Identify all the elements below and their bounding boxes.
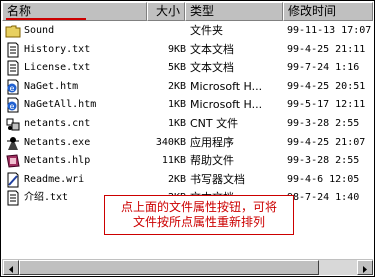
column-header-size[interactable]: 大小 — [147, 2, 185, 21]
file-row[interactable]: Readme.wri 2KB 书写器文档 99-4-6 12:05 — [2, 172, 362, 188]
text-file-icon — [5, 190, 21, 206]
file-size: 2KB — [167, 80, 186, 92]
file-name: Readme.wri — [24, 173, 85, 185]
file-modified-time: 99-7-24 1:16 — [287, 62, 360, 74]
file-modified-time: 99-4-25 21:07 — [287, 136, 366, 148]
file-type: Microsoft H... — [190, 98, 263, 112]
cnt-file-icon — [5, 116, 21, 132]
file-modified-time: 99-3-28 2:55 — [287, 155, 360, 167]
file-modified-time: 99-3-28 2:55 — [287, 118, 360, 129]
file-size: 9KB — [167, 43, 186, 55]
column-header-time-label: 修改时间 — [288, 4, 337, 18]
wri-file-icon — [5, 172, 21, 188]
callout-note: 点上面的文件属性按钮，可将 文件按所点属性重新排列 — [104, 195, 294, 235]
svg-text:e: e — [10, 84, 15, 93]
scroll-left-button[interactable] — [3, 260, 19, 275]
column-header-type[interactable]: 类型 — [185, 2, 283, 21]
file-row[interactable]: e NaGetAll.htm 1KB Microsoft H... 99-5-17 12… — [2, 97, 365, 113]
file-name: NaGetAll.htm — [24, 99, 97, 111]
file-name: License.txt — [24, 62, 91, 74]
callout-line-2: 文件按所点属性重新排列 — [132, 215, 265, 229]
column-header-bar: 名称 大小 类型 修改时间 — [2, 2, 373, 21]
file-row[interactable]: e NaGet.htm 2KB Microsoft H... 99-4-25 20:51 — [2, 79, 365, 95]
file-list-window: 名称 大小 类型 修改时间 Sound 文件夹 99-11-13 17:07 Hist… — [0, 0, 375, 277]
file-row[interactable]: Netants.exe 340KB 应用程序 99-4-25 21:07 — [2, 135, 365, 151]
folder-icon — [5, 23, 21, 39]
callout-line-1: 点上面的文件属性按钮，可将 — [120, 200, 277, 214]
file-type: 帮助文件 — [190, 154, 234, 168]
column-header-time[interactable]: 修改时间 — [283, 2, 373, 21]
file-row[interactable]: Netants.hlp 11KB 帮助文件 99-3-28 2:55 — [2, 153, 362, 169]
file-row[interactable]: Sound 文件夹 99-11-13 17:07 — [2, 23, 371, 39]
text-file-icon — [5, 42, 21, 58]
file-size: 5KB — [167, 62, 186, 74]
scroll-thumb[interactable] — [19, 260, 319, 275]
file-name: History.txt — [24, 43, 91, 55]
file-size: 340KB — [155, 136, 186, 148]
file-size: 11KB — [161, 155, 186, 167]
file-modified-time: 99-4-25 20:51 — [287, 80, 366, 92]
file-row[interactable]: History.txt 9KB 文本文档 99-4-25 21:11 — [2, 42, 365, 58]
file-type: CNT 文件 — [190, 117, 239, 130]
file-row[interactable]: License.txt 5KB 文本文档 99-7-24 1:16 — [2, 60, 362, 76]
file-row[interactable]: netants.cnt 1KB CNT 文件 99-3-28 2:55 — [2, 116, 362, 132]
file-name: netants.cnt — [24, 118, 91, 129]
horizontal-scrollbar[interactable] — [2, 258, 373, 275]
file-name: NaGet.htm — [24, 80, 79, 92]
file-type: 文本文档 — [190, 42, 234, 56]
text-file-icon — [5, 60, 21, 76]
file-type: 文本文档 — [190, 61, 234, 75]
column-header-underline — [6, 18, 86, 20]
arrow-left-icon — [9, 266, 13, 273]
column-header-name-label: 名称 — [7, 4, 32, 18]
scroll-right-button[interactable] — [357, 260, 373, 275]
file-modified-time: 99-5-17 12:11 — [287, 99, 366, 111]
file-modified-time: 99-4-6 12:05 — [287, 173, 360, 185]
help-file-icon — [5, 153, 21, 169]
file-type: 书写器文档 — [190, 172, 245, 186]
file-type: 应用程序 — [190, 135, 234, 149]
file-size: 2KB — [167, 173, 186, 185]
arrow-right-icon — [363, 266, 367, 273]
svg-text:e: e — [10, 102, 15, 111]
file-name: Netants.hlp — [24, 155, 91, 167]
file-type: Microsoft H... — [190, 79, 263, 93]
file-name: Netants.exe — [24, 136, 91, 148]
file-modified-time: 99-11-13 17:07 — [287, 25, 372, 36]
html-file-icon: e — [5, 79, 21, 95]
file-size: 1KB — [167, 99, 186, 111]
html-file-icon: e — [5, 97, 21, 113]
file-name: Sound — [24, 25, 55, 36]
app-exe-icon — [5, 135, 21, 151]
column-header-size-label: 大小 — [155, 4, 180, 18]
file-modified-time: 98-7-24 1:40 — [287, 192, 360, 204]
file-type: 文件夹 — [190, 24, 223, 37]
column-header-type-label: 类型 — [190, 4, 215, 18]
file-modified-time: 99-4-25 21:11 — [287, 43, 366, 55]
file-size: 1KB — [167, 118, 186, 129]
